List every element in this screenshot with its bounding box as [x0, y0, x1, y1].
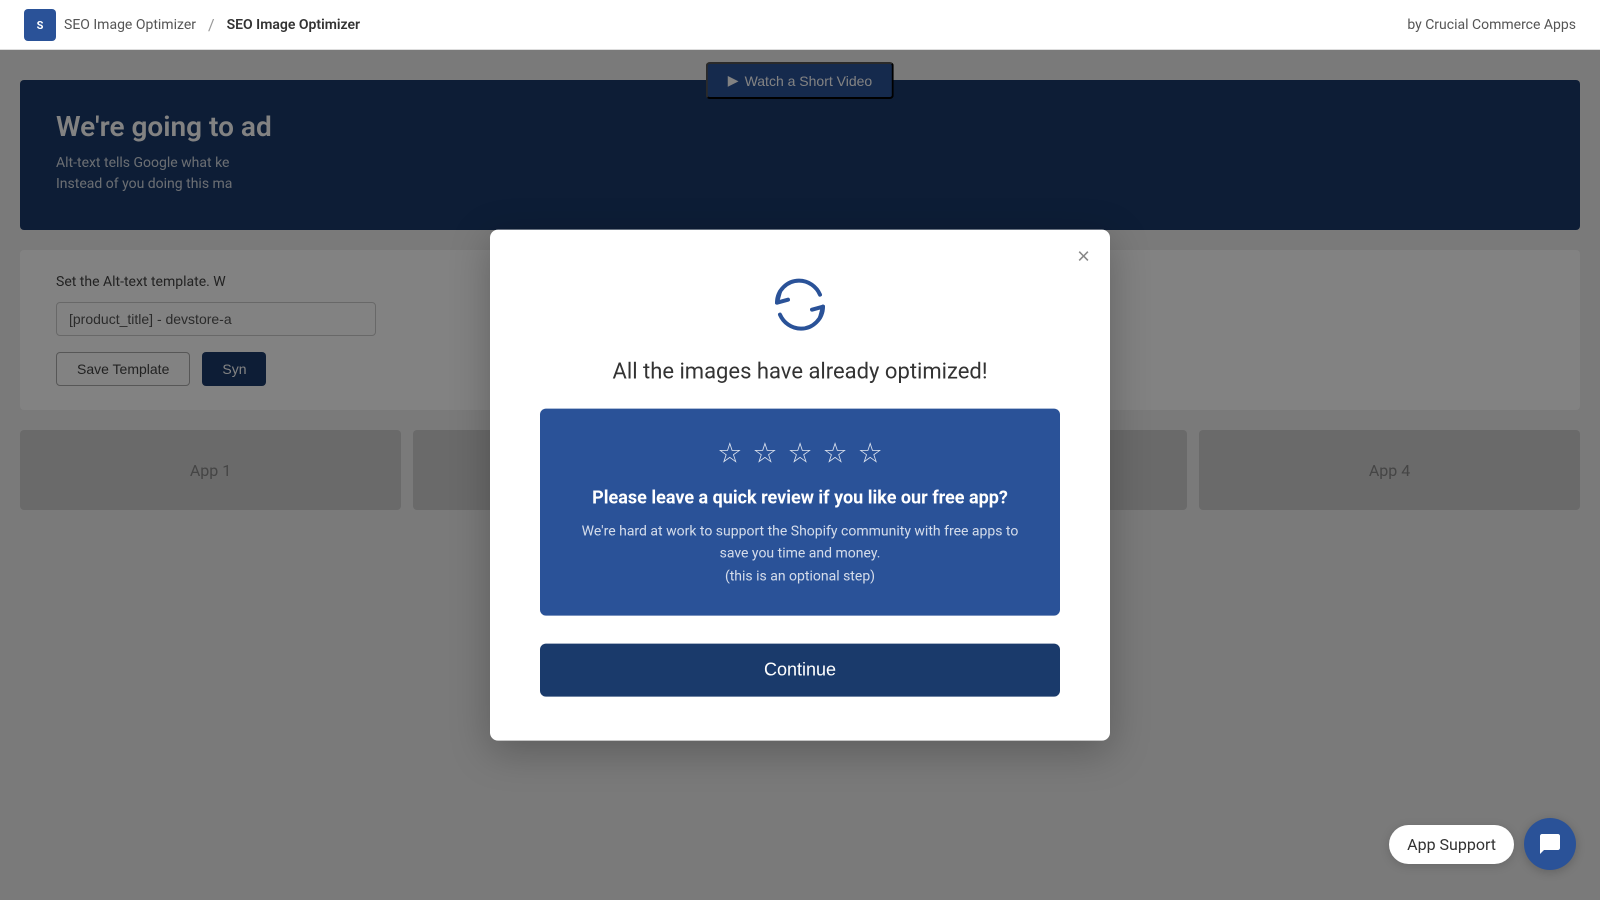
star-2[interactable]: ☆: [752, 437, 777, 470]
modal-dialog: × All the images have already optimized!…: [490, 230, 1110, 741]
review-title: Please leave a quick review if you like …: [570, 488, 1030, 509]
breadcrumb-current: SEO Image Optimizer: [227, 17, 360, 33]
modal-close-button[interactable]: ×: [1077, 246, 1090, 268]
app-support-label: App Support: [1389, 825, 1514, 864]
modal-title: All the images have already optimized!: [540, 360, 1060, 385]
chat-icon: [1538, 832, 1562, 856]
sync-icon: [765, 270, 835, 340]
continue-button[interactable]: Continue: [540, 644, 1060, 697]
page-background: ▶ Watch a Short Video We're going to ad …: [0, 50, 1600, 900]
review-body1: We're hard at work to support the Shopif…: [570, 521, 1030, 566]
star-1[interactable]: ☆: [717, 437, 742, 470]
stars-row: ☆ ☆ ☆ ☆ ☆: [570, 437, 1030, 470]
review-body2: (this is an optional step): [570, 565, 1030, 587]
breadcrumb-parent: SEO Image Optimizer: [64, 17, 196, 33]
by-line: by Crucial Commerce Apps: [1407, 17, 1576, 33]
star-4[interactable]: ☆: [823, 437, 848, 470]
review-card: ☆ ☆ ☆ ☆ ☆ Please leave a quick review if…: [540, 409, 1060, 616]
star-3[interactable]: ☆: [787, 437, 812, 470]
app-support-button[interactable]: [1524, 818, 1576, 870]
star-5[interactable]: ☆: [858, 437, 883, 470]
app-support-container: App Support: [1389, 818, 1576, 870]
nav-left: S SEO Image Optimizer / SEO Image Optimi…: [24, 9, 360, 41]
app-logo: S: [24, 9, 56, 41]
modal-icon-wrap: [540, 270, 1060, 340]
top-nav: S SEO Image Optimizer / SEO Image Optimi…: [0, 0, 1600, 50]
breadcrumb-separator: /: [208, 15, 215, 34]
svg-text:S: S: [37, 19, 44, 32]
